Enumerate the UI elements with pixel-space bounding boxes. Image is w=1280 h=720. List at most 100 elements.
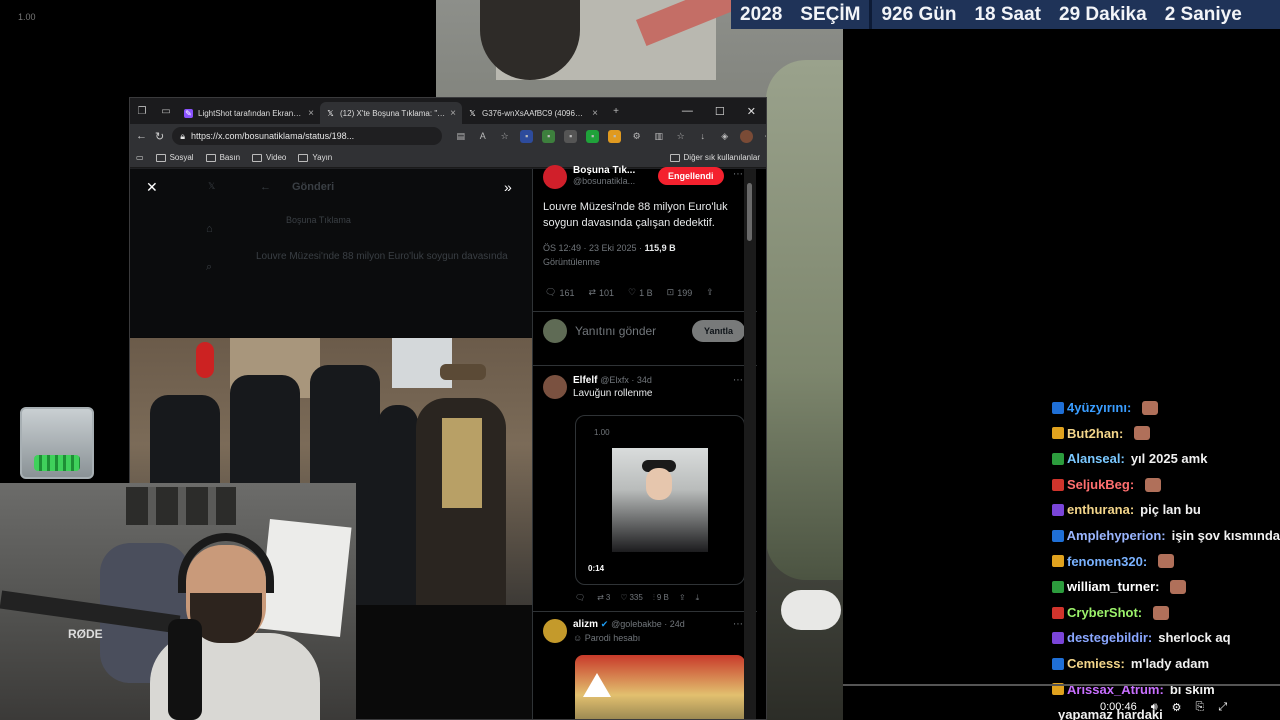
scrollbar-thumb[interactable] — [747, 183, 752, 241]
more-icon[interactable]: ⋯ — [733, 619, 743, 630]
minimize-icon[interactable]: — — [682, 105, 693, 118]
bookmark-folder[interactable]: Yayın — [298, 153, 332, 162]
blocked-button[interactable]: Engellendi — [658, 167, 724, 185]
chat-username[interactable]: destegebildir: — [1067, 625, 1152, 651]
chat-username[interactable]: But2han: — [1067, 421, 1123, 447]
chat-badge-icon — [1052, 606, 1064, 619]
extension-icon[interactable]: ▪ — [542, 129, 556, 143]
bookmark-label: Yayın — [312, 153, 333, 162]
split-screen-icon[interactable]: ▤ — [454, 130, 467, 143]
refresh-icon[interactable]: ↻ — [155, 130, 164, 143]
extensions-toolbar: ▤ A ☆ ▪ ▪ ▪ ▪ ▪ ⚙ ▥ ☆ ↓ ◈ ⋯ — [454, 129, 766, 143]
chat-message: But2han: — [1052, 421, 1280, 447]
reply-button[interactable]: Yanıtla — [691, 320, 745, 342]
extension-icon[interactable]: ▪ — [520, 129, 534, 143]
downloads-icon[interactable]: ↓ — [696, 130, 709, 143]
close-media-icon[interactable]: ✕ — [146, 179, 158, 196]
back-icon[interactable]: ← — [136, 130, 147, 142]
puzzle-icon[interactable]: ⚙ — [630, 130, 643, 143]
avatar[interactable] — [543, 165, 567, 189]
address-bar[interactable]: 🔒︎ https://x.com/bosunatiklama/status/19… — [172, 127, 443, 145]
reply-icon: 🗨︎ — [545, 287, 557, 297]
clip-icon[interactable]: ⎘ — [1196, 701, 1205, 714]
tweet-time: ÖS 12:49 · 23 Eki 2025 · — [543, 243, 645, 253]
volume-icon[interactable]: 🔊︎ — [1151, 701, 1158, 714]
like-action[interactable]: ♡ 335 — [620, 593, 643, 603]
collections-icon[interactable]: ☆ — [674, 130, 687, 143]
fullscreen-icon[interactable]: ⤢ — [1218, 701, 1227, 714]
countdown-year: 2028 — [740, 3, 783, 25]
favorite-icon[interactable]: ☆ — [498, 130, 511, 143]
repost-action[interactable]: ⇄ 101 — [588, 287, 614, 298]
like-action[interactable]: ♡ 1 B — [628, 287, 653, 298]
video-progress-bar[interactable] — [843, 684, 1280, 686]
bookmark-folder[interactable]: Basın — [205, 153, 240, 162]
chat-username[interactable]: william_turner: — [1067, 574, 1159, 600]
more-icon[interactable]: ⋯ — [733, 375, 743, 386]
video-shoe — [781, 590, 841, 630]
other-bookmarks[interactable]: Diğer sık kullanılanlar — [669, 153, 760, 162]
chat-username[interactable]: 4yüzyırını: — [1067, 395, 1131, 421]
chat-username[interactable]: fenomen320: — [1067, 549, 1147, 575]
tab-lightshot[interactable]: ✎ LightShot tarafından Ekran Gö × — [178, 102, 320, 124]
bookmark-action[interactable]: ⊡ 199 — [667, 287, 693, 298]
workspaces-icon[interactable]: ❐ — [130, 106, 154, 117]
chat-username[interactable]: Cemiess: — [1067, 651, 1125, 677]
extension-icon[interactable]: ▪ — [608, 129, 622, 143]
heart-icon: ♡ — [620, 593, 628, 602]
ghost-header: Gönderi — [292, 181, 335, 193]
download-icon[interactable]: ⤓ — [696, 593, 700, 603]
reply-post[interactable]: alizm ✔ @golebakbe · 24d ☺ Parodi hesabı… — [543, 619, 745, 719]
chat-username[interactable]: CryberShot: — [1067, 600, 1142, 626]
new-tab-button[interactable]: + — [604, 106, 628, 117]
url-text: https://x.com/bosunatiklama/status/198..… — [191, 131, 355, 141]
chat-username[interactable]: SeljukBeg: — [1067, 472, 1134, 498]
emote-icon — [1145, 477, 1162, 492]
bookmark-folder[interactable]: Sosyal — [155, 153, 194, 162]
share-icon[interactable]: ⇪ — [679, 593, 686, 603]
close-icon[interactable]: × — [592, 108, 598, 119]
tab-x-post[interactable]: 𝕏 (12) X'te Boşuna Tıklama: "Lou × — [320, 102, 462, 124]
more-icon[interactable]: ⋯ — [733, 169, 743, 180]
views-action[interactable]: ⫶ 9 B — [653, 593, 669, 603]
avatar[interactable] — [543, 375, 567, 399]
post-author-handle: @golebakbe · 24d — [611, 619, 685, 629]
reply-input[interactable]: Yanıtını gönder — [575, 324, 684, 338]
scrollbar[interactable] — [744, 169, 756, 719]
post-image-sign — [583, 673, 611, 697]
tab-title: G376-wnXsAAfBC9 (4096×27 — [482, 108, 588, 118]
close-icon[interactable]: × — [308, 108, 314, 119]
tab-image[interactable]: 𝕏 G376-wnXsAAfBC9 (4096×27 × — [462, 102, 604, 124]
reply-action[interactable]: 🗨︎ 161 — [545, 287, 574, 298]
share-icon[interactable]: ⇪ — [706, 287, 714, 298]
repost-icon: ⇄ — [588, 287, 597, 297]
shield-icon[interactable]: ◈ — [718, 130, 731, 143]
avatar[interactable] — [543, 619, 567, 643]
more-icon[interactable]: ⋯ — [762, 130, 766, 143]
profile-avatar[interactable] — [740, 129, 754, 143]
countdown-days: 926 Gün — [881, 3, 957, 25]
chat-username[interactable]: enthurana: — [1067, 497, 1134, 523]
bookmark-label: Video — [266, 153, 287, 162]
reply-action[interactable]: 🗨︎ — [575, 593, 587, 603]
reply-post[interactable]: Elfelf @Elxfx · 34d Lavuğun rollenme ⋯ 1… — [543, 375, 745, 607]
settings-icon[interactable]: ⚙ — [1172, 701, 1182, 714]
chat-username[interactable]: Amplehyperion: — [1067, 523, 1166, 549]
extension-icon[interactable]: ▪ — [586, 129, 600, 143]
sidebar-icon[interactable]: ▥ — [652, 130, 665, 143]
extension-icon[interactable]: ▪ — [564, 129, 578, 143]
post-image[interactable] — [575, 655, 745, 719]
maximize-icon[interactable]: ☐ — [715, 105, 725, 118]
read-aloud-icon[interactable]: A — [476, 130, 489, 143]
bookmark-apps-icon[interactable]: ▭ — [136, 153, 144, 162]
chat-username[interactable]: Alanseal: — [1067, 446, 1125, 472]
repost-count: 101 — [599, 287, 615, 298]
close-window-icon[interactable]: ✕ — [747, 105, 756, 118]
expand-panel-icon[interactable]: » — [504, 179, 512, 195]
close-icon[interactable]: × — [450, 108, 456, 119]
embedded-video[interactable]: 1.00 0:14 — [575, 415, 745, 585]
webcam-mic — [168, 619, 202, 720]
repost-action[interactable]: ⇄ 3 — [597, 593, 610, 603]
tab-actions-icon[interactable]: ▭ — [154, 106, 178, 117]
bookmark-folder[interactable]: Video — [252, 153, 286, 162]
